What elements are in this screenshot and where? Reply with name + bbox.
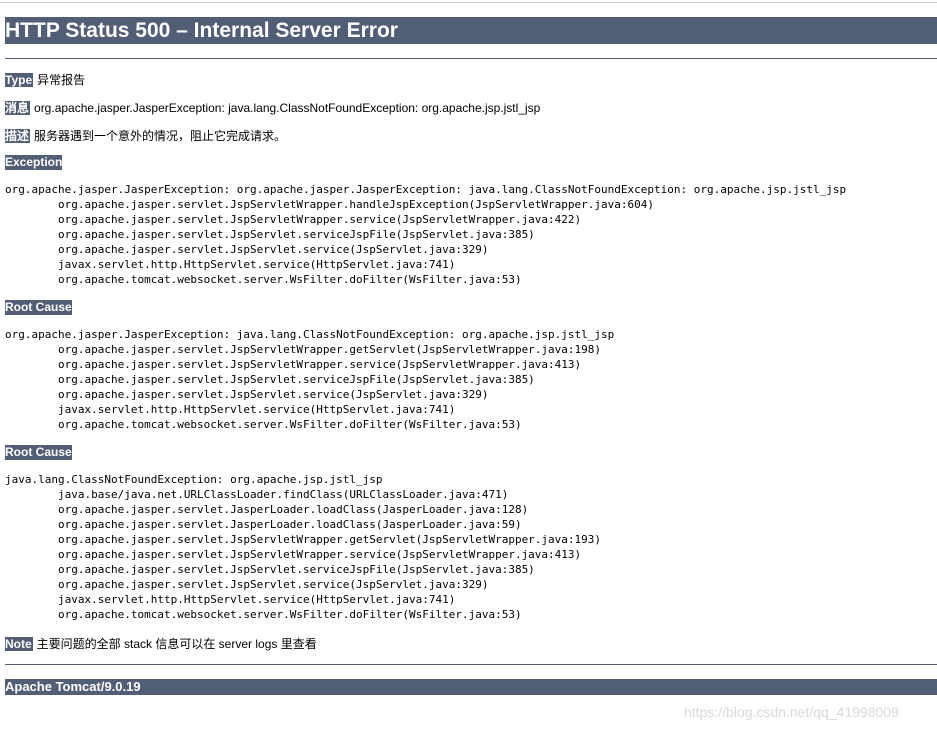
- note-label: Note: [5, 637, 33, 651]
- page-title: HTTP Status 500 – Internal Server Error: [5, 17, 937, 44]
- description-label: 描述: [5, 129, 31, 143]
- watermark-text: https://blog.csdn.net/qq_41998009: [684, 704, 899, 720]
- message-row: 消息 org.apache.jasper.JasperException: jav…: [5, 100, 540, 116]
- note-row: Note 主要问题的全部 stack 信息可以在 server logs 里查看: [5, 636, 317, 652]
- type-row: Type 异常报告: [5, 72, 85, 88]
- message-value: org.apache.jasper.JasperException: java.…: [34, 101, 541, 115]
- description-row: 描述 服务器遇到一个意外的情况，阻止它完成请求。: [5, 128, 286, 144]
- top-divider: [0, 2, 937, 3]
- exception-stack-trace: org.apache.jasper.JasperException: org.a…: [5, 183, 847, 286]
- footer-divider: [5, 664, 937, 665]
- type-value: 异常报告: [37, 73, 86, 87]
- server-version-footer: Apache Tomcat/9.0.19: [5, 679, 937, 695]
- root-cause-heading-2: Root Cause: [5, 445, 72, 460]
- root-cause-heading-1: Root Cause: [5, 300, 72, 315]
- root-cause-stack-trace-1: org.apache.jasper.JasperException: java.…: [5, 328, 615, 431]
- root-cause-stack-trace-2: java.lang.ClassNotFoundException: org.ap…: [5, 473, 602, 621]
- title-divider: [5, 58, 937, 59]
- type-label: Type: [5, 73, 34, 87]
- note-value: 主要问题的全部 stack 信息可以在 server logs 里查看: [36, 637, 317, 651]
- message-label: 消息: [5, 101, 31, 115]
- description-value: 服务器遇到一个意外的情况，阻止它完成请求。: [34, 129, 287, 143]
- exception-heading: Exception: [5, 155, 63, 170]
